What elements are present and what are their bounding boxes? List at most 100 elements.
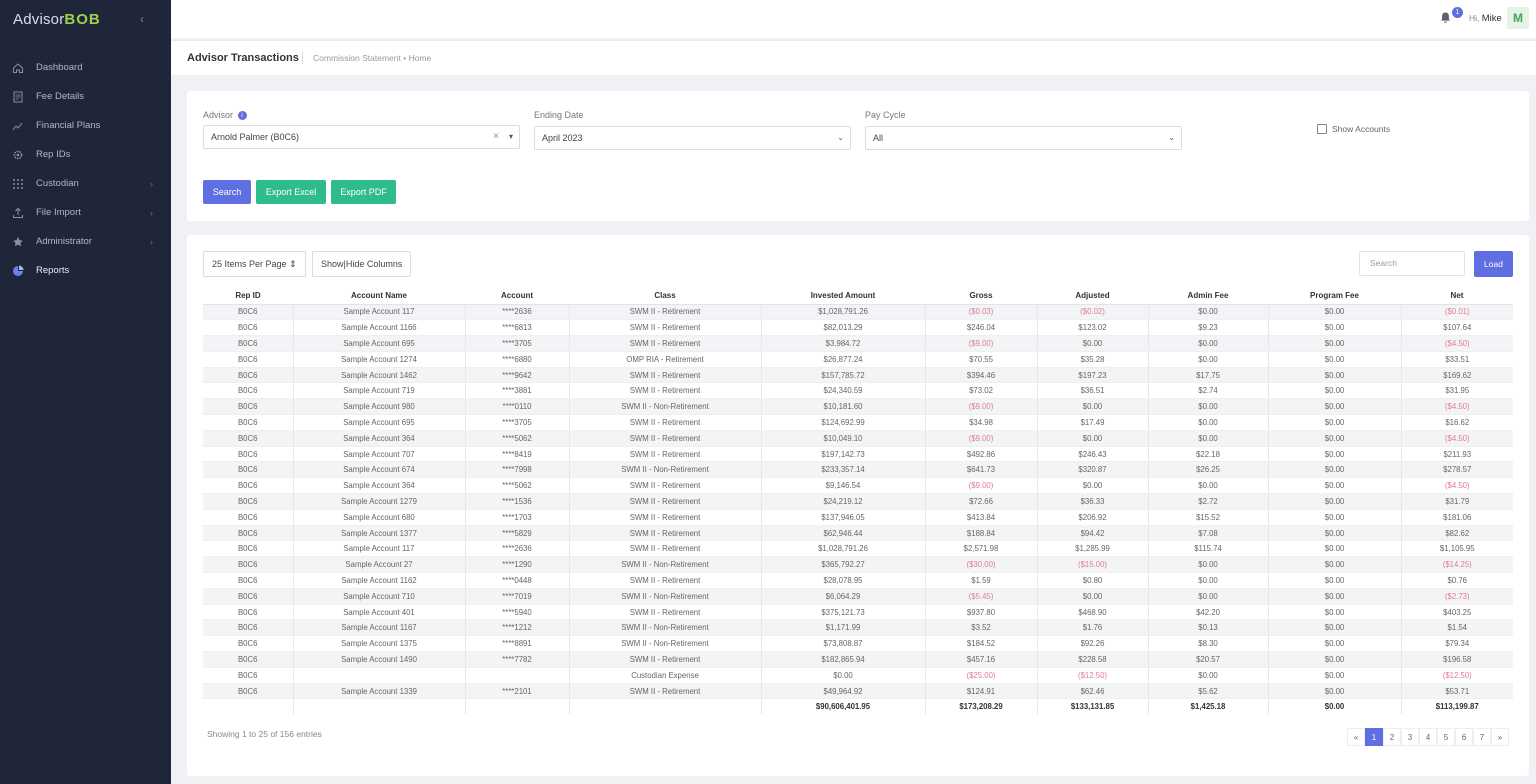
table-cell: $82.62 (1401, 525, 1513, 542)
table-cell: $3.52 (925, 619, 1038, 637)
page-3[interactable]: 3 (1401, 728, 1419, 746)
table-row[interactable]: B0C6 Sample Account 674 ****7998 SWM II - N… (203, 461, 1513, 479)
page-6[interactable]: 6 (1455, 728, 1473, 746)
table-cell: SWM II - Retirement (569, 525, 762, 542)
table-cell: $0.00 (1268, 446, 1402, 463)
search-button[interactable]: Search (203, 180, 251, 204)
show-accounts-label[interactable]: Show Accounts (1332, 124, 1390, 134)
column-header[interactable]: Account (465, 287, 569, 305)
table-cell: ($15.00) (1037, 556, 1149, 574)
ending-date-label: Ending Date (534, 110, 584, 120)
advisor-select[interactable]: Arnold Palmer (B0C6) × ▾ (203, 125, 520, 149)
table-cell: B0C6 (203, 588, 294, 605)
sidebar-item-custodian[interactable]: Custodian › (0, 169, 171, 198)
table-row[interactable]: B0C6 Sample Account 1167 ****1212 SWM II - … (203, 619, 1513, 637)
table-cell: $394.46 (925, 367, 1038, 384)
table-row[interactable]: B0C6 Sample Account 117 ****2636 SWM II - R… (203, 540, 1513, 558)
user-name: Mike (1481, 13, 1502, 24)
table-row[interactable]: B0C6 Sample Account 401 ****5940 SWM II - R… (203, 604, 1513, 621)
page-5[interactable]: 5 (1437, 728, 1455, 746)
sidebar-item-financial-plans[interactable]: Financial Plans (0, 111, 171, 140)
table-row[interactable]: B0C6 Sample Account 1490 ****7782 SWM II - … (203, 651, 1513, 668)
table-cell: B0C6 (203, 335, 294, 352)
clear-icon[interactable]: × (493, 126, 499, 148)
sidebar-item-file-import[interactable]: File Import › (0, 198, 171, 227)
table-row[interactable]: B0C6 Sample Account 707 ****8419 SWM II - R… (203, 446, 1513, 463)
table-row[interactable]: B0C6 Sample Account 1162 ****0448 SWM II - … (203, 572, 1513, 589)
app-logo[interactable]: AdvisorBOB (13, 11, 101, 28)
transactions-table: Rep ID Account Name Account Class Invested A… (203, 287, 1513, 714)
page-4[interactable]: 4 (1419, 728, 1437, 746)
table-row[interactable]: B0C6 Sample Account 1462 ****9642 SWM II - … (203, 367, 1513, 384)
table-row[interactable]: B0C6 Sample Account 1375 ****8891 SWM II - … (203, 635, 1513, 653)
table-cell: SWM II - Retirement (569, 509, 762, 526)
table-cell: Sample Account 674 (293, 461, 466, 479)
column-header[interactable]: Class (569, 287, 761, 305)
column-header[interactable]: Invested Amount (761, 287, 925, 305)
table-row[interactable]: B0C6 Custodian Expense $0.00 ($25.00) ($12.5… (203, 667, 1513, 684)
table-cell: $0.00 (1148, 588, 1269, 605)
table-row[interactable]: B0C6 Sample Account 710 ****7019 SWM II - N… (203, 588, 1513, 605)
table-cell: Sample Account 1279 (293, 493, 466, 510)
sidebar-item-label: Rep IDs (36, 149, 71, 160)
breadcrumb-divider (302, 52, 303, 64)
column-header[interactable]: Net (1401, 287, 1513, 305)
table-row[interactable]: B0C6 Sample Account 1377 ****5829 SWM II - … (203, 525, 1513, 542)
table-row[interactable]: B0C6 Sample Account 117 ****2636 SWM II - R… (203, 304, 1513, 321)
column-header[interactable]: Admin Fee (1148, 287, 1268, 305)
table-cell: ****1536 (465, 493, 570, 510)
table-row[interactable]: B0C6 Sample Account 364 ****5062 SWM II - R… (203, 477, 1513, 495)
table-row[interactable]: B0C6 Sample Account 1339 ****2101 SWM II - … (203, 683, 1513, 700)
table-row[interactable]: B0C6 Sample Account 1274 ****6880 OMP RIA -… (203, 351, 1513, 368)
table-row[interactable]: B0C6 Sample Account 695 ****3705 SWM II - R… (203, 414, 1513, 431)
column-header[interactable]: Rep ID (203, 287, 293, 305)
table-row[interactable]: B0C6 Sample Account 27 ****1290 SWM II - No… (203, 556, 1513, 574)
table-row[interactable]: B0C6 Sample Account 364 ****5062 SWM II - R… (203, 430, 1513, 447)
table-cell: B0C6 (203, 351, 294, 368)
sidebar-item-reports[interactable]: Reports (0, 256, 171, 285)
table-cell: SWM II - Retirement (569, 651, 762, 668)
table-row[interactable]: B0C6 Sample Account 695 ****3705 SWM II - R… (203, 335, 1513, 352)
column-header[interactable]: Gross (925, 287, 1037, 305)
next-page-button[interactable]: » (1491, 728, 1509, 746)
collapse-sidebar-icon[interactable]: ‹ (140, 12, 144, 26)
table-search-input[interactable]: Search (1359, 251, 1465, 276)
column-header[interactable]: Adjusted (1037, 287, 1148, 305)
export-excel-button[interactable]: Export Excel (256, 180, 326, 204)
table-row[interactable]: B0C6 Sample Account 980 ****0110 SWM II - N… (203, 398, 1513, 416)
table-cell: B0C6 (203, 398, 294, 416)
table-cell: $26,877.24 (761, 351, 926, 368)
table-cell: $0.00 (1268, 304, 1402, 321)
sidebar: AdvisorBOB ‹ Dashboard Fee Details Financi… (0, 0, 171, 784)
ending-date-select[interactable]: April 2023 ⌄ (534, 126, 851, 150)
sidebar-item-rep-ids[interactable]: Rep IDs (0, 140, 171, 169)
prev-page-button[interactable]: « (1347, 728, 1365, 746)
column-header[interactable]: Account Name (293, 287, 465, 305)
bell-icon[interactable] (1440, 12, 1451, 27)
show-hide-columns-button[interactable]: Show|Hide Columns (312, 251, 412, 277)
page-2[interactable]: 2 (1383, 728, 1401, 746)
table-cell: $35.28 (1037, 351, 1149, 368)
table-cell: B0C6 (203, 367, 294, 384)
table-cell: $0.13 (1148, 619, 1269, 637)
breadcrumb[interactable]: Commission Statement • Home (313, 53, 431, 63)
table-row[interactable]: B0C6 Sample Account 1166 ****6813 SWM II - … (203, 319, 1513, 337)
pay-cycle-select[interactable]: All ⌄ (865, 126, 1182, 150)
sidebar-item-administrator[interactable]: Administrator › (0, 227, 171, 256)
table-row[interactable]: B0C6 Sample Account 719 ****3881 SWM II - R… (203, 382, 1513, 400)
export-pdf-button[interactable]: Export PDF (331, 180, 396, 204)
table-cell: $1.59 (925, 572, 1038, 589)
page-1[interactable]: 1 (1365, 728, 1383, 746)
info-icon[interactable]: i (237, 111, 247, 120)
sidebar-item-dashboard[interactable]: Dashboard (0, 53, 171, 82)
items-per-page-select[interactable]: 25 Items Per Page ⇕ (203, 251, 306, 277)
table-row[interactable]: B0C6 Sample Account 1279 ****1536 SWM II - … (203, 493, 1513, 510)
sidebar-item-fee-details[interactable]: Fee Details (0, 82, 171, 111)
table-row[interactable]: B0C6 Sample Account 680 ****1703 SWM II - R… (203, 509, 1513, 526)
page-7[interactable]: 7 (1473, 728, 1491, 746)
avatar[interactable]: M (1507, 7, 1529, 29)
show-accounts-checkbox[interactable] (1317, 124, 1327, 134)
column-header[interactable]: Program Fee (1268, 287, 1401, 305)
load-button[interactable]: Load (1474, 251, 1513, 277)
total-cell (293, 698, 466, 714)
